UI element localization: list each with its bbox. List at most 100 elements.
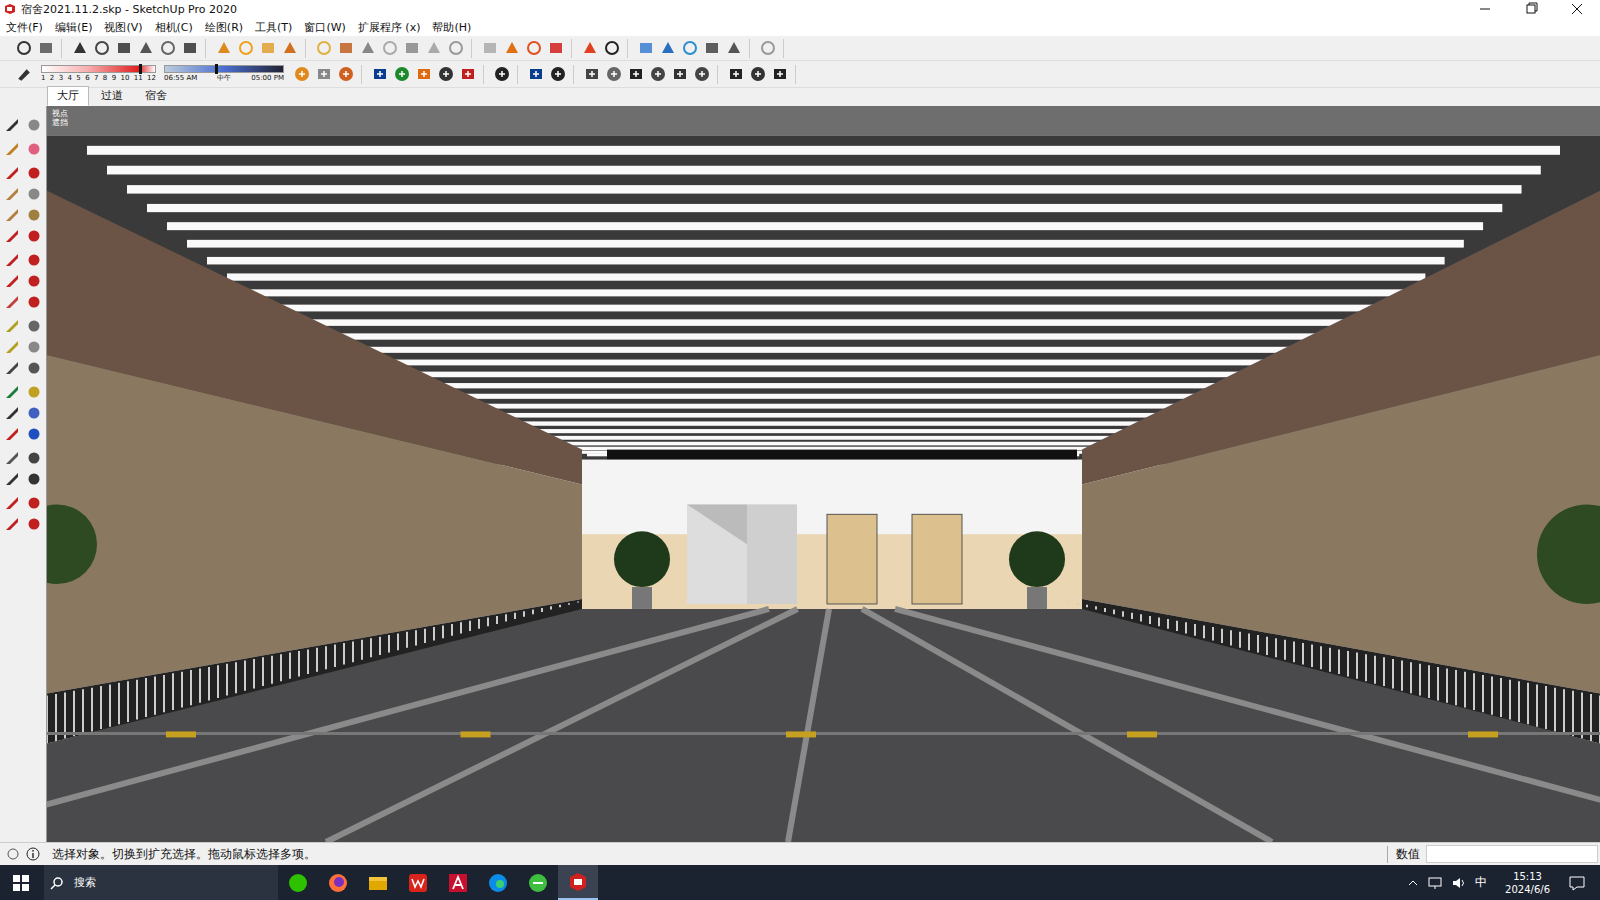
- menu-item[interactable]: 相机(C): [155, 20, 193, 35]
- palette-tool-icon[interactable]: [24, 116, 44, 134]
- menu-item[interactable]: 扩展程序 (x): [358, 20, 421, 35]
- tool-icon[interactable]: [392, 65, 411, 84]
- tool-icon[interactable]: [236, 39, 255, 58]
- palette-tool-icon[interactable]: [2, 140, 22, 158]
- autocad-icon[interactable]: [438, 865, 478, 900]
- model-viewport[interactable]: 视点遮挡: [46, 106, 1600, 842]
- restore-icon[interactable]: [1508, 0, 1554, 18]
- menu-item[interactable]: 绘图(R): [205, 20, 243, 35]
- tool-icon[interactable]: [336, 65, 355, 84]
- palette-tool-icon[interactable]: [2, 164, 22, 182]
- tool-icon[interactable]: [648, 65, 667, 84]
- firefox-icon[interactable]: [318, 865, 358, 900]
- shadow-toggle-icon[interactable]: [14, 65, 33, 84]
- tool-icon[interactable]: [546, 39, 565, 58]
- palette-tool-icon[interactable]: [24, 515, 44, 533]
- tray-expand-icon[interactable]: [1407, 877, 1419, 889]
- menu-item[interactable]: 帮助(H): [432, 20, 471, 35]
- value-input[interactable]: [1426, 845, 1598, 863]
- tool-icon[interactable]: [380, 39, 399, 58]
- palette-tool-icon[interactable]: [2, 404, 22, 422]
- tool-icon[interactable]: [702, 39, 721, 58]
- tool-icon[interactable]: [92, 39, 111, 58]
- palette-tool-icon[interactable]: [2, 293, 22, 311]
- clock[interactable]: 15:132024/6/6: [1495, 870, 1560, 896]
- tool-icon[interactable]: [770, 65, 789, 84]
- tool-icon[interactable]: [158, 39, 177, 58]
- palette-tool-icon[interactable]: [24, 185, 44, 203]
- palette-tool-icon[interactable]: [24, 338, 44, 356]
- menu-item[interactable]: 工具(T): [255, 20, 292, 35]
- browser-icon[interactable]: [518, 865, 558, 900]
- tool-icon[interactable]: [436, 65, 455, 84]
- wechat-icon[interactable]: [278, 865, 318, 900]
- tool-icon[interactable]: [292, 65, 311, 84]
- menu-item[interactable]: 窗口(W): [304, 20, 345, 35]
- palette-tool-icon[interactable]: [24, 206, 44, 224]
- menu-item[interactable]: 编辑(E): [55, 20, 93, 35]
- tool-icon[interactable]: [658, 39, 677, 58]
- palette-tool-icon[interactable]: [2, 206, 22, 224]
- palette-tool-icon[interactable]: [2, 494, 22, 512]
- time-slider[interactable]: 06:55 AM中午05:00 PM: [164, 65, 284, 83]
- tool-icon[interactable]: [480, 39, 499, 58]
- tool-icon[interactable]: [526, 65, 545, 84]
- info-icon[interactable]: [26, 847, 40, 861]
- palette-tool-icon[interactable]: [24, 383, 44, 401]
- tool-icon[interactable]: [748, 65, 767, 84]
- tool-icon[interactable]: [314, 65, 333, 84]
- tool-icon[interactable]: [414, 65, 433, 84]
- time-thumb[interactable]: [215, 64, 218, 74]
- tool-icon[interactable]: [424, 39, 443, 58]
- tool-icon[interactable]: [358, 39, 377, 58]
- palette-tool-icon[interactable]: [24, 470, 44, 488]
- scene-tab[interactable]: 宿舍: [135, 86, 177, 106]
- palette-tool-icon[interactable]: [24, 425, 44, 443]
- tool-icon[interactable]: [114, 39, 133, 58]
- palette-tool-icon[interactable]: [2, 449, 22, 467]
- tool-icon[interactable]: [636, 39, 655, 58]
- palette-tool-icon[interactable]: [2, 272, 22, 290]
- wps-icon[interactable]: [398, 865, 438, 900]
- palette-tool-icon[interactable]: [2, 425, 22, 443]
- tool-icon[interactable]: [214, 39, 233, 58]
- tool-icon[interactable]: [446, 39, 465, 58]
- menu-item[interactable]: 文件(F): [6, 20, 43, 35]
- palette-tool-icon[interactable]: [2, 227, 22, 245]
- palette-tool-icon[interactable]: [24, 359, 44, 377]
- tool-icon[interactable]: [402, 39, 421, 58]
- tool-icon[interactable]: [492, 65, 511, 84]
- close-icon[interactable]: [1554, 0, 1600, 18]
- palette-tool-icon[interactable]: [2, 338, 22, 356]
- tool-icon[interactable]: [604, 65, 623, 84]
- palette-tool-icon[interactable]: [24, 293, 44, 311]
- ime-indicator[interactable]: 中: [1475, 874, 1487, 891]
- palette-tool-icon[interactable]: [24, 227, 44, 245]
- tool-icon[interactable]: [370, 65, 389, 84]
- tool-icon[interactable]: [314, 39, 333, 58]
- month-slider[interactable]: 123456789101112: [41, 65, 156, 83]
- file-explorer-icon[interactable]: [358, 865, 398, 900]
- tool-icon[interactable]: [548, 65, 567, 84]
- palette-tool-icon[interactable]: [2, 251, 22, 269]
- tool-icon[interactable]: [336, 39, 355, 58]
- palette-tool-icon[interactable]: [2, 470, 22, 488]
- palette-tool-icon[interactable]: [24, 251, 44, 269]
- tool-icon[interactable]: [136, 39, 155, 58]
- tool-icon[interactable]: [280, 39, 299, 58]
- tool-icon[interactable]: [670, 65, 689, 84]
- palette-tool-icon[interactable]: [24, 164, 44, 182]
- scene-tab[interactable]: 过道: [91, 86, 133, 106]
- palette-tool-icon[interactable]: [2, 515, 22, 533]
- palette-tool-icon[interactable]: [2, 116, 22, 134]
- tool-icon[interactable]: [580, 39, 599, 58]
- tool-icon[interactable]: [692, 65, 711, 84]
- palette-tool-icon[interactable]: [24, 449, 44, 467]
- month-thumb[interactable]: [139, 64, 142, 74]
- palette-tool-icon[interactable]: [24, 494, 44, 512]
- edge-icon[interactable]: [478, 865, 518, 900]
- tool-icon[interactable]: [680, 39, 699, 58]
- palette-tool-icon[interactable]: [2, 317, 22, 335]
- notification-icon[interactable]: [1568, 875, 1586, 891]
- windows-start-icon[interactable]: [12, 874, 30, 892]
